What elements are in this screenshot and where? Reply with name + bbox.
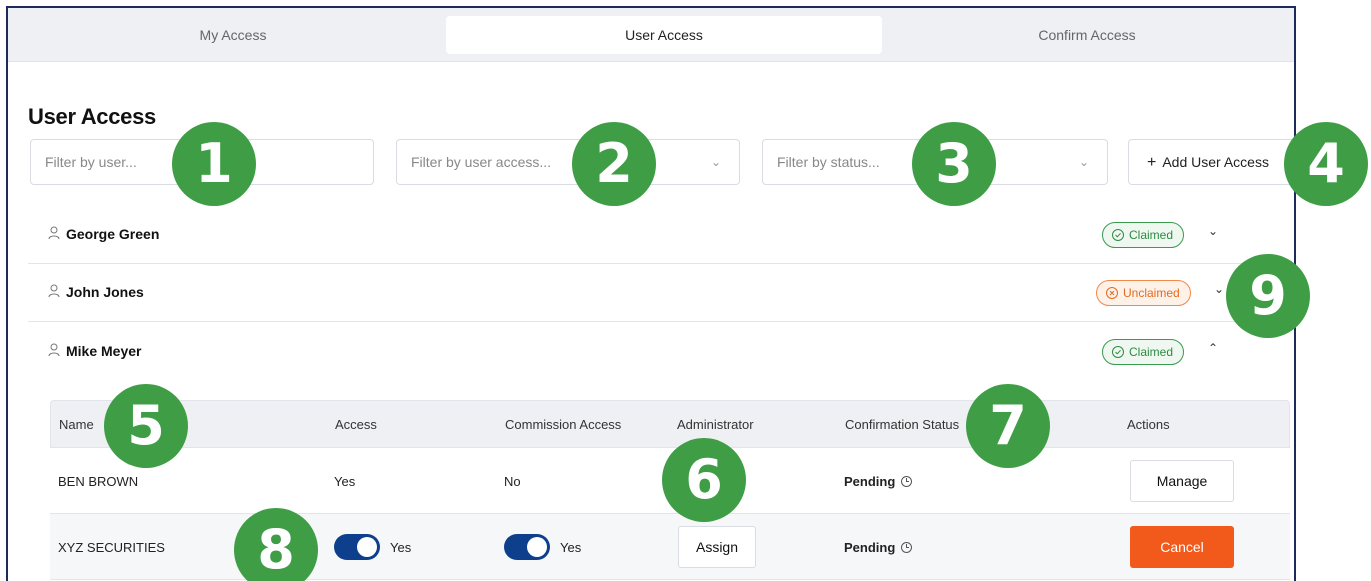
- add-user-access-button[interactable]: + Add User Access: [1128, 139, 1294, 185]
- tab-bar: My Access User Access Confirm Access: [8, 8, 1294, 62]
- column-header-actions: Actions: [1127, 417, 1170, 432]
- user-name: George Green: [66, 226, 160, 242]
- status-badge: Unclaimed: [1096, 280, 1191, 306]
- callout-marker-9: 9: [1226, 254, 1310, 338]
- commission-toggle-label: Yes: [560, 540, 582, 555]
- manage-button[interactable]: Manage: [1130, 460, 1234, 502]
- check-circle-icon: [1112, 229, 1124, 241]
- user-row[interactable]: Mike Meyer Claimed ⌃: [28, 323, 1294, 381]
- assign-button[interactable]: Assign: [678, 526, 756, 568]
- toggle-knob: [357, 537, 377, 557]
- chevron-down-icon: ⌄: [1078, 155, 1089, 169]
- row-commission: No: [504, 474, 521, 489]
- callout-marker-7: 7: [966, 384, 1050, 468]
- status-badge: Claimed: [1102, 339, 1185, 365]
- row-confirmation-status: Pending: [844, 474, 913, 489]
- tab-my-access[interactable]: My Access: [20, 16, 446, 54]
- callout-marker-5: 5: [104, 384, 188, 468]
- page-title: User Access: [28, 104, 156, 129]
- row-name: BEN BROWN: [58, 474, 139, 489]
- user-name: John Jones: [66, 284, 144, 300]
- access-toggle[interactable]: [334, 534, 380, 560]
- chevron-down-icon[interactable]: ⌄: [1214, 282, 1224, 296]
- user-icon: [48, 226, 60, 240]
- filter-access-placeholder: Filter by user access...: [411, 154, 552, 170]
- status-badge: Claimed: [1102, 222, 1185, 248]
- access-toggle-label: Yes: [390, 540, 412, 555]
- callout-marker-6: 6: [662, 438, 746, 522]
- callout-marker-3: 3: [912, 122, 996, 206]
- column-header-confirmation-status: Confirmation Status: [845, 417, 960, 432]
- column-header-administrator: Administrator: [677, 417, 754, 432]
- row-confirmation-label: Pending: [844, 540, 896, 555]
- filter-access-select[interactable]: Filter by user access... ⌄: [396, 139, 740, 185]
- user-icon: [48, 343, 60, 357]
- row-confirmation-status: Pending: [844, 540, 913, 555]
- callout-marker-1: 1: [172, 122, 256, 206]
- user-icon: [48, 284, 60, 298]
- column-header-commission: Commission Access: [505, 417, 622, 432]
- column-header-access: Access: [335, 417, 377, 432]
- cancel-button[interactable]: Cancel: [1130, 526, 1234, 568]
- add-user-access-label: Add User Access: [1162, 154, 1269, 170]
- column-header-name: Name: [59, 417, 94, 432]
- x-circle-icon: [1106, 287, 1118, 299]
- status-badge-label: Unclaimed: [1123, 286, 1180, 300]
- filter-user-placeholder: Filter by user...: [45, 154, 137, 170]
- user-row[interactable]: John Jones Unclaimed ⌄: [28, 264, 1294, 322]
- check-circle-icon: [1112, 346, 1124, 358]
- user-name: Mike Meyer: [66, 343, 142, 359]
- user-row[interactable]: George Green Claimed ⌄: [28, 206, 1294, 264]
- tab-confirm-access[interactable]: Confirm Access: [882, 16, 1292, 54]
- callout-marker-2: 2: [572, 122, 656, 206]
- chevron-up-icon[interactable]: ⌃: [1208, 341, 1218, 355]
- plus-icon: +: [1147, 154, 1157, 171]
- app-frame: My Access User Access Confirm Access Use…: [6, 6, 1296, 581]
- clock-icon: [901, 476, 913, 487]
- row-access: Yes: [334, 474, 356, 489]
- status-badge-label: Claimed: [1129, 228, 1174, 242]
- row-name: XYZ SECURITIES: [58, 540, 165, 555]
- clock-icon: [901, 542, 913, 553]
- chevron-down-icon[interactable]: ⌄: [1208, 224, 1218, 238]
- callout-marker-4: 4: [1284, 122, 1368, 206]
- row-confirmation-label: Pending: [844, 474, 896, 489]
- filter-status-placeholder: Filter by status...: [777, 154, 880, 170]
- table-header: Name Access Commission Access Administra…: [50, 400, 1290, 448]
- chevron-down-icon: ⌄: [710, 155, 721, 169]
- commission-toggle[interactable]: [504, 534, 550, 560]
- status-badge-label: Claimed: [1129, 345, 1174, 359]
- toggle-knob: [527, 537, 547, 557]
- tab-user-access[interactable]: User Access: [446, 16, 882, 54]
